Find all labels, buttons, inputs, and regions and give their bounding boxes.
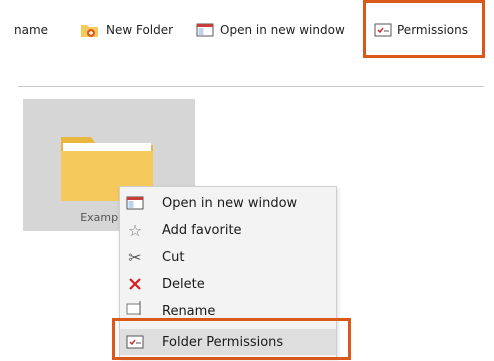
new-folder-button[interactable]: New Folder [80,20,173,40]
menu-item-label: Add favorite [162,222,242,238]
divider [18,86,484,87]
scissors-icon: ✂ [128,247,142,267]
menu-item-label: Open in new window [162,195,298,211]
delete-x-icon [126,275,144,293]
menu-item-open-new-window[interactable]: Open in new window [120,190,336,216]
new-folder-icon [80,22,100,38]
menu-item-label: Rename [162,304,216,318]
menu-item-cut[interactable]: ✂ Cut [120,244,336,270]
open-new-window-label: Open in new window [220,23,345,37]
menu-item-add-favorite[interactable]: ☆ Add favorite [120,217,336,243]
permissions-highlight [363,0,485,58]
menu-item-label: Delete [162,276,205,292]
open-new-window-button[interactable]: Open in new window [196,20,345,40]
rename-label: name [14,23,49,37]
window-icon [126,194,144,212]
menu-item-delete[interactable]: Delete [120,271,336,297]
new-folder-label: New Folder [106,23,174,37]
folder-permissions-highlight [112,318,351,360]
star-icon: ☆ [127,220,143,240]
window-icon [196,22,214,38]
toolbar: name New Folder Open in new window Permi… [0,0,494,58]
rename-icon [126,299,144,317]
menu-item-label: Cut [162,249,185,265]
rename-button[interactable]: name [14,20,48,40]
menu-item-rename[interactable]: Rename [120,298,336,318]
